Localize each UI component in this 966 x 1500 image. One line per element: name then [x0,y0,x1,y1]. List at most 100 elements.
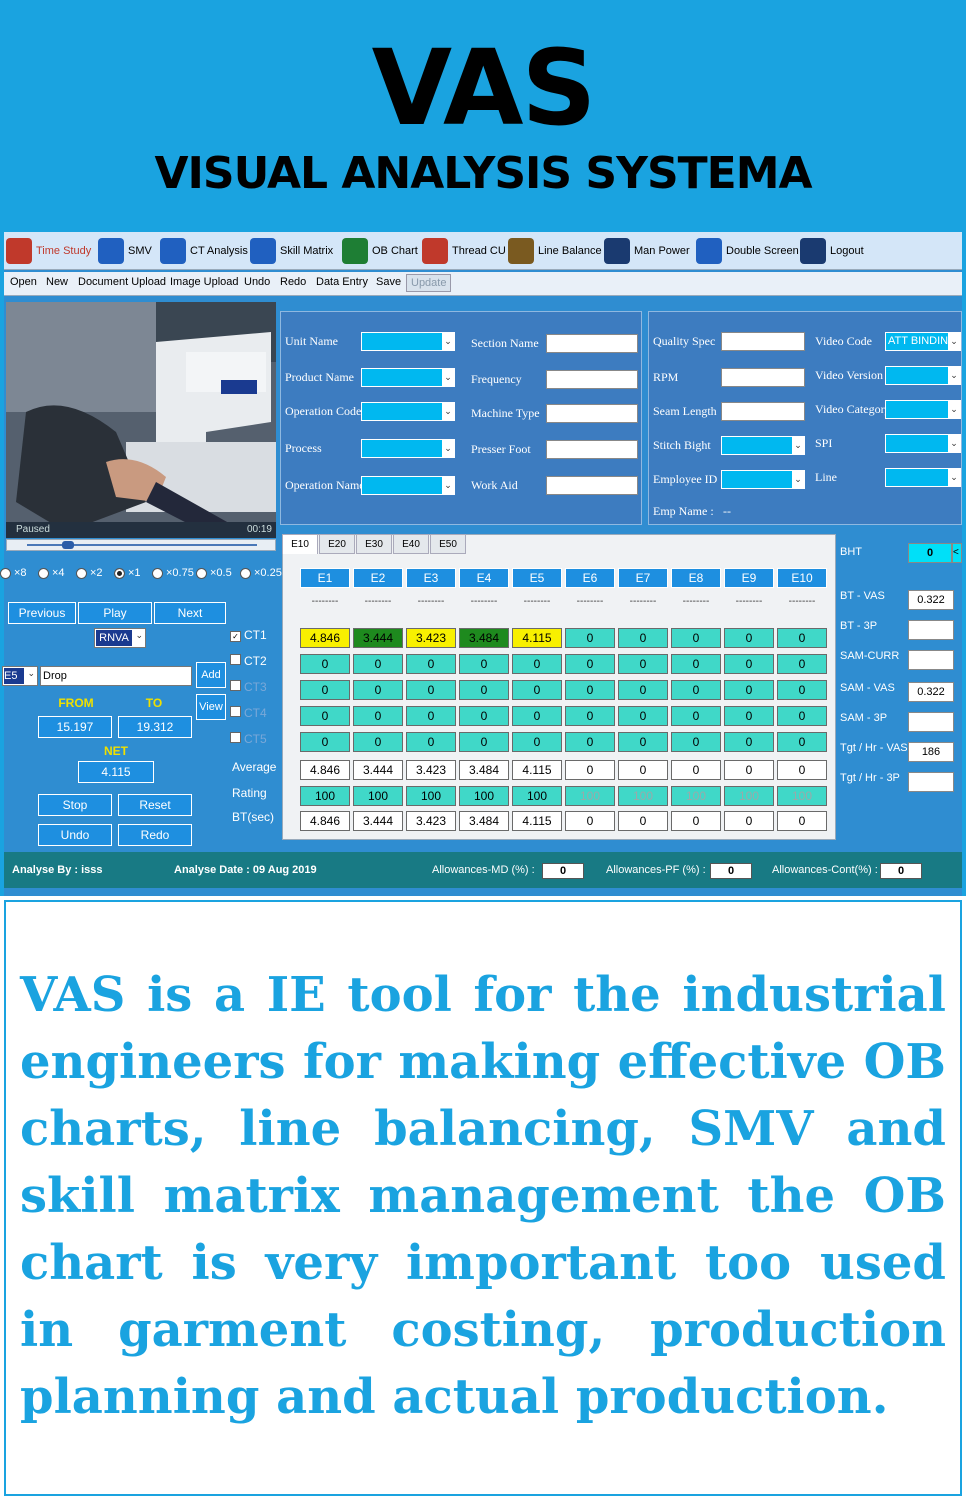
ct-cell[interactable]: 0 [353,680,403,700]
stop-button[interactable]: Stop [38,794,112,816]
rating-cell[interactable]: 100 [671,786,721,806]
ct-cell[interactable]: 0 [671,654,721,674]
input-rpm[interactable] [721,368,805,387]
ct-cell[interactable]: 0 [671,706,721,726]
video-player[interactable]: Paused 00:19 [6,302,276,538]
dropdown-product_name[interactable]: ⌄ [361,368,455,387]
ct-checkbox-2[interactable]: CT2 [230,654,267,668]
menu-data-entry[interactable]: Data Entry [316,276,368,288]
radio-icon[interactable] [38,567,49,579]
ct-cell[interactable]: 3.423 [406,628,456,648]
input-work_aid[interactable] [546,476,638,495]
input-quality_spec[interactable] [721,332,805,351]
ct-cell[interactable]: 0 [671,680,721,700]
input-seam_length[interactable] [721,402,805,421]
element-dropdown[interactable]: E5 ⌄ [2,666,38,686]
rating-cell[interactable]: 100 [565,786,615,806]
ct-cell[interactable]: 0 [512,732,562,752]
redo-button[interactable]: Redo [118,824,192,846]
toolbar-time-study-button[interactable]: Time Study [6,236,91,266]
ct-cell[interactable]: 0 [300,706,350,726]
ct-cell[interactable]: 0 [618,680,668,700]
ct-cell[interactable]: 0 [618,654,668,674]
ct-cell[interactable]: 0 [724,654,774,674]
value-bt-vas[interactable]: 0.322 [908,590,954,610]
rating-cell[interactable]: 100 [353,786,403,806]
ct-cell[interactable]: 0 [618,628,668,648]
rating-cell[interactable]: 100 [777,786,827,806]
dropdown-operation_name[interactable]: ⌄ [361,476,455,495]
value-tgt-3p[interactable] [908,772,954,792]
rating-cell[interactable]: 100 [724,786,774,806]
ct-cell[interactable]: 0 [459,706,509,726]
menu-redo[interactable]: Redo [280,276,306,288]
chevron-left-icon[interactable]: < [952,543,962,563]
speed-option[interactable]: ×0.25 [240,567,282,579]
dropdown-video_category[interactable]: ⌄ [885,400,961,419]
tab-e10[interactable]: E10 [282,534,318,554]
rating-cell[interactable]: 100 [512,786,562,806]
toolbar-man-power-button[interactable]: Man Power [604,236,690,266]
next-button[interactable]: Next [154,602,226,624]
ct-cell[interactable]: 0 [724,680,774,700]
ct-cell[interactable]: 0 [777,706,827,726]
ct-cell[interactable]: 0 [353,732,403,752]
dropdown-video_version[interactable]: ⌄ [885,366,961,385]
ct-cell[interactable]: 0 [777,732,827,752]
ct-cell[interactable]: 0 [565,706,615,726]
rating-cell[interactable]: 100 [406,786,456,806]
value-sam-curr[interactable] [908,650,954,670]
radio-icon[interactable] [114,567,125,579]
view-button[interactable]: View [196,694,226,720]
speed-option[interactable]: ×0.5 [196,567,232,579]
dropdown-operation_code[interactable]: ⌄ [361,402,455,421]
value-sam-vas[interactable]: 0.322 [908,682,954,702]
speed-option[interactable]: ×1 [114,567,141,579]
input-section_name[interactable] [546,334,638,353]
radio-icon[interactable] [76,567,87,579]
dropdown-line[interactable]: ⌄ [885,468,961,487]
tab-e40[interactable]: E40 [393,534,429,554]
input-presser_foot[interactable] [546,440,638,459]
menu-undo[interactable]: Undo [244,276,270,288]
toolbar-line-balance-button[interactable]: Line Balance [508,236,602,266]
radio-icon[interactable] [196,567,207,579]
ct-cell[interactable]: 0 [406,654,456,674]
ct-cell[interactable]: 0 [565,680,615,700]
tab-e20[interactable]: E20 [319,534,355,554]
ct-cell[interactable]: 0 [777,680,827,700]
ct-cell[interactable]: 0 [724,628,774,648]
menu-new[interactable]: New [46,276,68,288]
allowances-cont-input[interactable]: 0 [880,863,922,879]
ct-cell[interactable]: 0 [353,706,403,726]
ct-cell[interactable]: 0 [724,706,774,726]
allowances-md-input[interactable]: 0 [542,863,584,879]
seek-handle[interactable] [62,541,74,549]
reset-button[interactable]: Reset [118,794,192,816]
ct-cell[interactable]: 0 [300,680,350,700]
ct-cell[interactable]: 0 [300,732,350,752]
speed-option[interactable]: ×8 [0,567,27,579]
input-frequency[interactable] [546,370,638,389]
toolbar-ob-chart-button[interactable]: OB Chart [342,236,418,266]
play-button[interactable]: Play [78,602,152,624]
checkbox-icon[interactable] [230,680,241,691]
value-bt-3p[interactable] [908,620,954,640]
rating-cell[interactable]: 100 [459,786,509,806]
checkbox-icon[interactable] [230,654,241,665]
tab-e50[interactable]: E50 [430,534,466,554]
radio-icon[interactable] [152,567,163,579]
ct-checkbox-3[interactable]: CT3 [230,680,267,694]
add-button[interactable]: Add [196,662,226,688]
dropdown-employee_id[interactable]: ⌄ [721,470,805,489]
rnva-dropdown[interactable]: RNVA ⌄ [94,628,146,648]
ct-cell[interactable]: 0 [406,706,456,726]
radio-icon[interactable] [240,567,251,579]
dropdown-video_code[interactable]: ATT BINDING ⌄ [885,332,961,351]
ct-cell[interactable]: 3.444 [353,628,403,648]
checkbox-icon[interactable]: ✓ [230,631,241,642]
ct-cell[interactable]: 0 [565,732,615,752]
ct-cell[interactable]: 3.484 [459,628,509,648]
radio-icon[interactable] [0,567,11,579]
rating-cell[interactable]: 100 [300,786,350,806]
